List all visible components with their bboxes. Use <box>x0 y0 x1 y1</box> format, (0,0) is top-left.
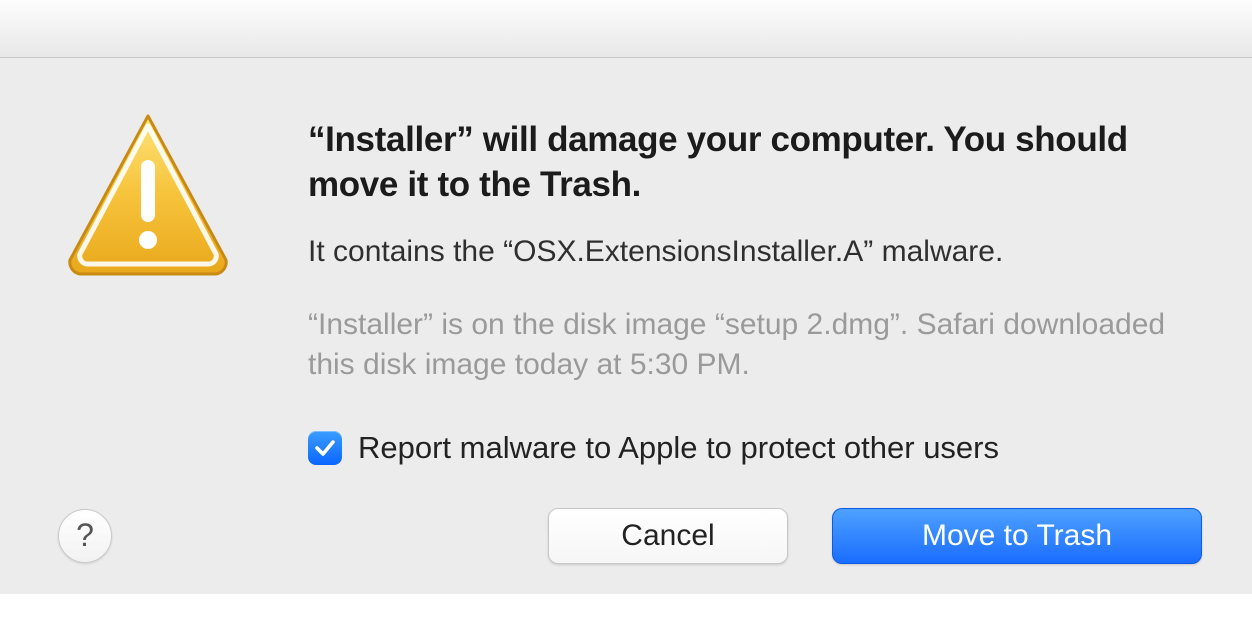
gatekeeper-dialog: “Installer” will damage your computer. Y… <box>0 58 1252 594</box>
report-malware-label: Report malware to Apple to protect other… <box>358 430 999 466</box>
help-button[interactable]: ? <box>58 509 112 563</box>
help-icon: ? <box>76 517 94 554</box>
dialog-body: “Installer” will damage your computer. Y… <box>58 108 1202 466</box>
button-group: Cancel Move to Trash <box>548 508 1202 564</box>
report-malware-row: Report malware to Apple to protect other… <box>308 430 1202 466</box>
dialog-footer: ? Cancel Move to Trash <box>58 508 1202 564</box>
warning-icon <box>58 102 238 282</box>
cancel-button[interactable]: Cancel <box>548 508 788 564</box>
report-malware-checkbox[interactable] <box>308 431 342 465</box>
dialog-detail: “Installer” is on the disk image “setup … <box>308 305 1202 386</box>
window-titlebar <box>0 0 1252 58</box>
dialog-title: “Installer” will damage your computer. Y… <box>308 118 1202 208</box>
dialog-text-block: “Installer” will damage your computer. Y… <box>308 108 1202 466</box>
move-to-trash-button[interactable]: Move to Trash <box>832 508 1202 564</box>
dialog-subtitle: It contains the “OSX.ExtensionsInstaller… <box>308 232 1202 271</box>
